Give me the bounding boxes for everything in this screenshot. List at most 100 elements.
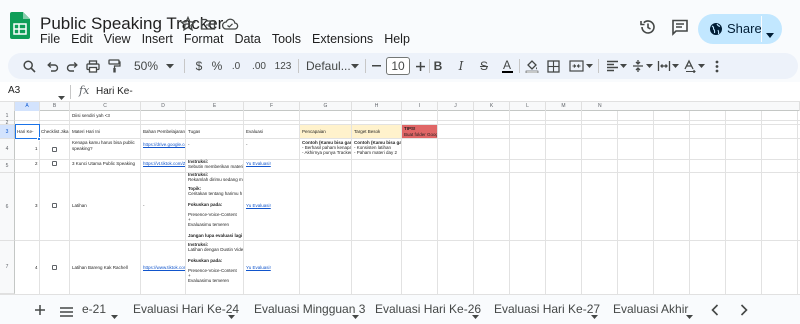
version-history-icon[interactable] <box>639 18 657 36</box>
day-number[interactable]: 4 <box>35 265 38 271</box>
col-header-j[interactable]: J <box>438 102 474 111</box>
checklist-checkbox[interactable] <box>52 265 57 270</box>
merge-cells-icon[interactable] <box>567 58 585 74</box>
row-header-4[interactable]: 4 <box>0 139 15 160</box>
merge-dropdown-icon[interactable] <box>584 58 594 74</box>
materi-text[interactable]: 3 Kunci Utama Public Speaking <box>72 161 135 167</box>
menu-edit[interactable]: Edit <box>71 32 93 46</box>
font-family-select[interactable]: Defaul... <box>306 58 351 74</box>
col-header-l[interactable]: L <box>510 102 546 111</box>
decrease-decimal-button[interactable]: .0 <box>228 58 244 74</box>
font-dropdown-icon[interactable] <box>350 58 360 74</box>
day-number[interactable]: 2 <box>35 161 38 167</box>
fill-color-icon[interactable] <box>524 58 540 74</box>
col-header-d[interactable]: D <box>141 102 186 111</box>
menu-insert[interactable]: Insert <box>142 32 173 46</box>
search-menus-icon[interactable] <box>21 58 37 74</box>
select-all-corner[interactable] <box>0 102 15 111</box>
sheet-tab[interactable]: Evaluasi Hari Ke-26 <box>375 302 481 316</box>
menu-extensions[interactable]: Extensions <box>312 32 373 46</box>
sheet-tab-menu-icon[interactable] <box>472 306 479 324</box>
valign-dropdown-icon[interactable] <box>644 58 654 74</box>
menu-data[interactable]: Data <box>234 32 260 46</box>
add-sheet-icon[interactable] <box>34 303 46 321</box>
name-box[interactable]: A3 <box>8 85 20 96</box>
header-target[interactable]: Target Besok <box>354 129 380 135</box>
sheet-tab-menu-icon[interactable] <box>111 306 118 324</box>
bold-button[interactable]: B <box>431 58 445 74</box>
percent-format-button[interactable]: % <box>211 58 223 74</box>
increase-font-size-button[interactable] <box>414 58 426 74</box>
tugas-text[interactable]: - <box>188 142 190 148</box>
borders-icon[interactable] <box>545 58 561 74</box>
menu-help[interactable]: Help <box>384 32 410 46</box>
col-header-e[interactable]: E <box>186 102 244 111</box>
evaluasi-text[interactable]: - <box>246 142 248 148</box>
bahan-text[interactable]: - <box>143 203 145 209</box>
menu-tools[interactable]: Tools <box>272 32 301 46</box>
spreadsheet-grid[interactable]: A B C D E F G H I J K L M N 1 2 3 4 5 6 … <box>0 102 800 294</box>
zoom-dropdown-icon[interactable] <box>165 58 175 74</box>
sheet-tab[interactable]: Evaluasi Mingguan 3 <box>254 302 365 316</box>
sheets-logo-icon[interactable] <box>10 12 30 39</box>
sheet-tab[interactable]: Evaluasi Hari Ke-24 <box>133 302 239 316</box>
text-color-button[interactable]: A <box>500 58 514 74</box>
paint-format-icon[interactable] <box>106 58 122 74</box>
evaluasi-link[interactable]: Yu Evaluasi! <box>246 161 271 167</box>
header-tips[interactable]: TIPS! <box>404 126 416 132</box>
undo-icon[interactable] <box>44 58 60 74</box>
wrap-dropdown-icon[interactable] <box>670 58 680 74</box>
col-header-k[interactable]: K <box>474 102 510 111</box>
all-sheets-icon[interactable] <box>60 304 73 322</box>
row-header-3[interactable]: 3 <box>0 125 15 139</box>
row-header-6[interactable]: 6 <box>0 173 15 241</box>
scroll-tabs-left-icon[interactable] <box>711 303 719 321</box>
sheet-tab-menu-icon[interactable] <box>352 306 359 324</box>
print-icon[interactable] <box>85 58 101 74</box>
materi-text[interactable]: Latihan <box>72 203 87 209</box>
rotation-dropdown-icon[interactable] <box>696 58 706 74</box>
move-folder-icon[interactable] <box>200 16 216 32</box>
header-evaluasi[interactable]: Evaluasi <box>246 129 263 135</box>
bahan-link[interactable]: https://drive.google.co <box>143 142 185 148</box>
col-header-f[interactable]: F <box>244 102 300 111</box>
bahan-link[interactable]: https://www.tiktok.com <box>143 265 185 271</box>
sheet-tab-menu-icon[interactable] <box>228 306 235 324</box>
decrease-font-size-button[interactable] <box>370 58 382 74</box>
col-header-a[interactable]: A <box>15 102 40 111</box>
more-options-icon[interactable] <box>709 58 725 74</box>
increase-decimal-button[interactable]: .00 <box>248 58 270 74</box>
col-header-h[interactable]: H <box>352 102 402 111</box>
strikethrough-button[interactable]: S <box>477 58 491 74</box>
col-header-g[interactable]: G <box>300 102 352 111</box>
header-tips-sub[interactable]: Buat folder Goog <box>404 132 437 138</box>
share-button[interactable]: Share <box>698 14 782 44</box>
note-text[interactable]: Diisi sendiri yah <3 <box>72 113 110 119</box>
menu-file[interactable]: File <box>40 32 60 46</box>
share-dropdown-icon[interactable] <box>766 26 774 44</box>
number-format-button[interactable]: 123 <box>273 58 293 74</box>
menu-view[interactable]: View <box>104 32 131 46</box>
header-checklist[interactable]: Checklist Jika Sudah <box>41 129 69 135</box>
cloud-status-icon[interactable] <box>221 16 239 32</box>
zoom-select[interactable]: 50% <box>129 58 163 74</box>
sheet-tab[interactable]: Evaluasi Hari Ke-27 <box>494 302 600 316</box>
col-header-n[interactable]: N <box>582 102 800 111</box>
day-number[interactable]: 1 <box>35 146 38 152</box>
sheet-tab-menu-icon[interactable] <box>686 306 693 324</box>
header-tugas[interactable]: Tugas <box>188 129 200 135</box>
star-icon[interactable] <box>179 15 197 32</box>
sheet-tab[interactable]: Evaluasi Akhir <box>613 302 688 316</box>
bahan-link[interactable]: https://vt.tiktok.com/Z <box>143 161 185 167</box>
currency-format-button[interactable]: $ <box>193 58 205 74</box>
italic-button[interactable]: I <box>454 58 468 74</box>
col-header-c[interactable]: C <box>70 102 141 111</box>
scroll-tabs-right-icon[interactable] <box>740 303 748 321</box>
evaluasi-link[interactable]: Yu Evaluasi! <box>246 265 271 271</box>
menu-format[interactable]: Format <box>184 32 224 46</box>
formula-input[interactable]: Hari Ke- <box>96 86 133 97</box>
header-pencapaian[interactable]: Pencapaian <box>302 129 326 135</box>
header-bahan[interactable]: Bahan Pembelajaran <box>143 129 185 135</box>
header-materi[interactable]: Materi Hari Ini <box>72 129 100 135</box>
font-size-input[interactable]: 10 <box>386 57 410 75</box>
